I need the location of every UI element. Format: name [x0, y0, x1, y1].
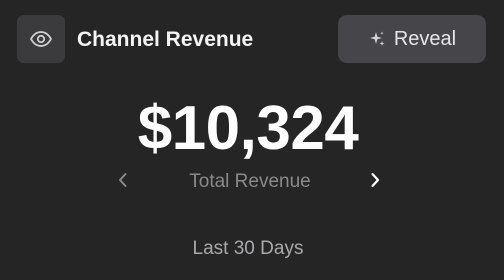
- reveal-button[interactable]: Reveal: [338, 15, 486, 63]
- sparkles-icon: [368, 30, 386, 48]
- metric-value: $10,324: [137, 94, 359, 163]
- next-metric-button[interactable]: [361, 168, 389, 196]
- time-period-label: Last 30 Days: [192, 238, 304, 259]
- chevron-left-icon: [116, 171, 130, 194]
- metric-label: Total Revenue: [189, 171, 311, 192]
- toggle-visibility-button[interactable]: [17, 15, 65, 63]
- eye-icon: [29, 27, 53, 51]
- previous-metric-button[interactable]: [109, 168, 137, 196]
- revenue-widget: Channel Revenue Reveal $10,324 Total Rev…: [0, 0, 504, 280]
- reveal-button-label: Reveal: [393, 28, 457, 50]
- chevron-right-icon: [368, 171, 382, 194]
- widget-title: Channel Revenue: [77, 28, 254, 51]
